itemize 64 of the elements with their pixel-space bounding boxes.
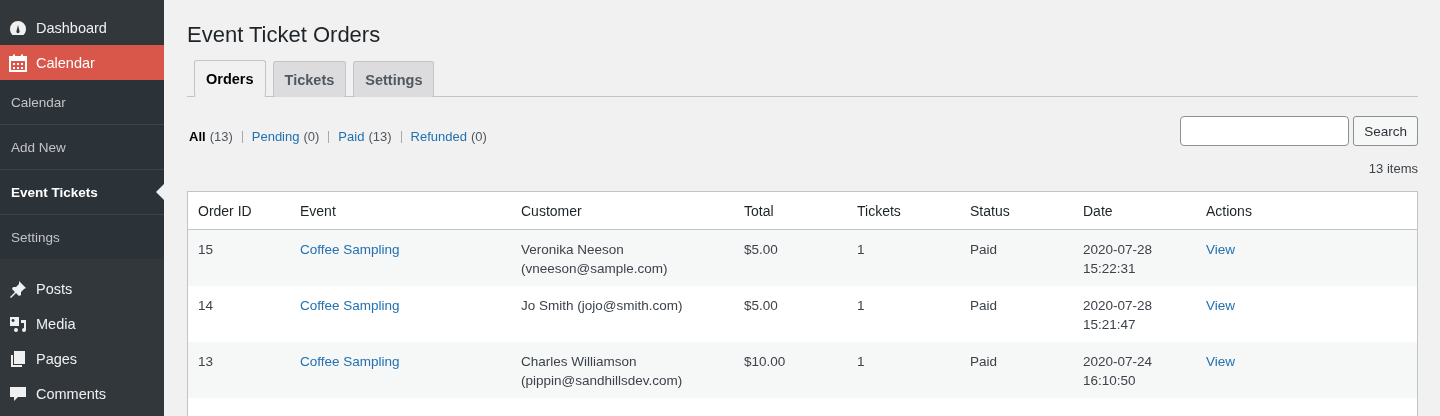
view-link[interactable]: View — [1206, 352, 1236, 371]
submenu-item[interactable]: Event Tickets — [0, 170, 164, 215]
table-cell-text: Paid — [970, 353, 999, 371]
sidebar-item[interactable]: Pages — [0, 341, 164, 376]
filter-count: (0) — [470, 129, 487, 144]
table-cell-text: Paid — [970, 297, 999, 315]
item-count: 13 items — [1368, 161, 1418, 176]
event-link[interactable]: Coffee Sampling — [300, 240, 400, 259]
pin-icon — [9, 279, 27, 298]
event-link[interactable]: Coffee Sampling — [300, 296, 400, 315]
submenu-item[interactable]: Add New — [0, 125, 164, 170]
search-field[interactable] — [1180, 116, 1350, 146]
table-cell-text: 14 — [198, 297, 215, 315]
sidebar-item[interactable]: Calendar — [0, 45, 164, 80]
table-cell-text: 15 — [198, 241, 215, 259]
filter-link[interactable]: Paid — [338, 129, 365, 144]
submenu-item[interactable]: Calendar — [0, 80, 164, 125]
filter-link[interactable]: Pending — [251, 129, 300, 144]
column-header: Date — [1083, 202, 1114, 219]
current-page-pointer — [156, 184, 164, 200]
sidebar-item[interactable]: Dashboard — [0, 10, 164, 45]
tab[interactable]: Settings — [353, 61, 435, 97]
filter-count: (0) — [303, 129, 320, 144]
sidebar-item[interactable]: Posts — [0, 271, 164, 306]
table-cell-text: 1 — [857, 353, 866, 371]
sidebar-item[interactable]: Comments — [0, 376, 164, 411]
table-cell-text: 2020-07-24 16:10:50 — [1083, 353, 1154, 390]
column-header: Customer — [521, 202, 583, 219]
media-icon — [9, 314, 27, 333]
table-cell-text: 2020-07-28 15:21:47 — [1083, 297, 1154, 334]
filter-count: (13) — [368, 129, 392, 144]
column-header: Tickets — [857, 202, 902, 219]
table-cell-text: 2020-07-28 15:22:31 — [1083, 241, 1154, 278]
table-cell-text: 1 — [857, 297, 866, 315]
table-cell-text: Veronika Neeson (vneeson@sample.com) — [521, 241, 669, 278]
table-cell-text: $5.00 — [744, 297, 779, 315]
tab[interactable]: Tickets — [272, 61, 347, 97]
view-link[interactable]: View — [1206, 240, 1236, 259]
sidebar-item[interactable]: Media — [0, 306, 164, 341]
view-link[interactable]: View — [1206, 296, 1236, 315]
tab[interactable]: Orders — [194, 60, 266, 97]
table-cell-text: $5.00 — [744, 241, 779, 259]
speech-bubble-icon — [9, 384, 27, 403]
table-cell-text: 1 — [857, 241, 866, 259]
search-button[interactable]: Search — [1353, 116, 1418, 146]
table-cell-text: 13 — [198, 353, 215, 371]
calendar-icon — [9, 53, 27, 72]
event-link[interactable]: Coffee Sampling — [300, 352, 400, 371]
column-header: Event — [300, 202, 337, 219]
pages-icon — [10, 349, 26, 368]
table-cell-text: Jo Smith (jojo@smith.com) — [521, 297, 684, 315]
column-header: Order ID — [198, 202, 253, 219]
column-header: Status — [970, 202, 1011, 219]
page-title: Event Ticket Orders — [187, 22, 381, 48]
filter-count: (13) — [209, 129, 233, 144]
column-header: Actions — [1206, 202, 1253, 219]
column-header: Total — [744, 202, 775, 219]
submenu-item[interactable]: Settings — [0, 215, 164, 259]
table-cell-text: Paid — [970, 241, 999, 259]
filter-link[interactable]: Refunded — [410, 129, 467, 144]
filter-link[interactable]: All — [189, 129, 206, 144]
table-cell-text: Charles Williamson (pippin@sandhillsdev.com) — [521, 353, 684, 390]
dashboard-icon — [9, 19, 27, 36]
table-cell-text: $10.00 — [744, 353, 787, 371]
